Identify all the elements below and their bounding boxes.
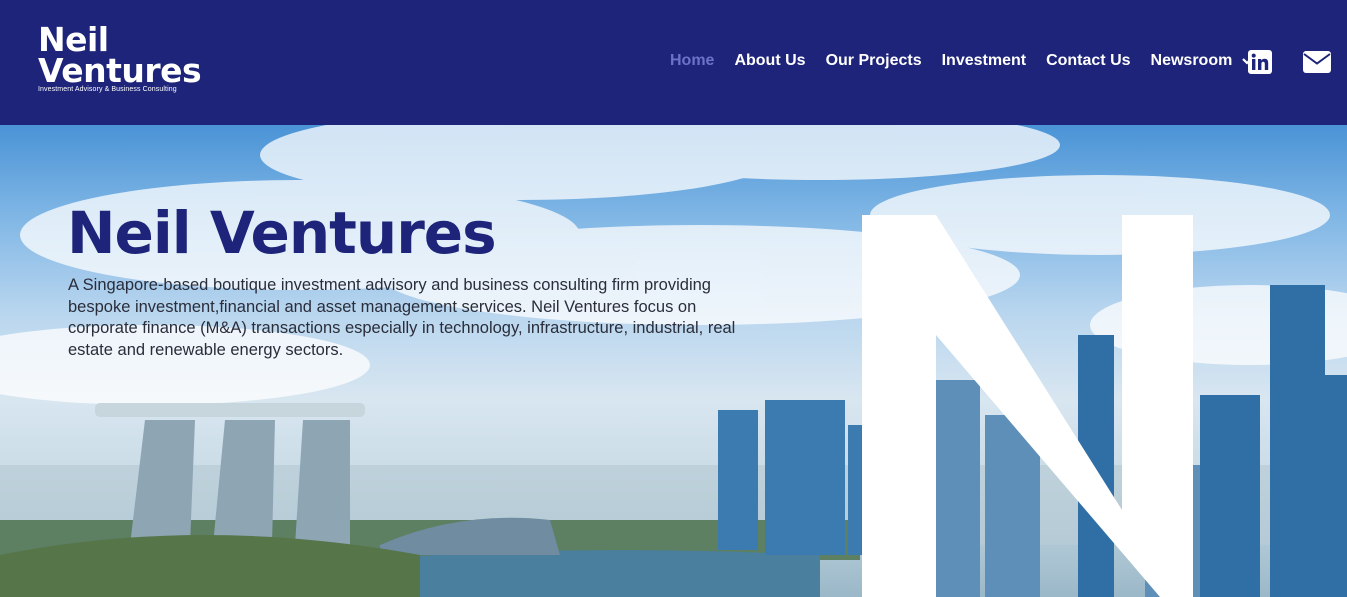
logo-line2: Ventures xyxy=(38,51,202,90)
nav-home[interactable]: Home xyxy=(670,52,714,70)
envelope-icon[interactable] xyxy=(1303,51,1331,73)
logo-tagline: Investment Advisory & Business Consultin… xyxy=(38,86,177,93)
nav-investment[interactable]: Investment xyxy=(942,52,1026,70)
nav-about-us[interactable]: About Us xyxy=(734,52,805,70)
nav-newsroom[interactable]: Newsroom xyxy=(1151,52,1255,70)
brand-logo[interactable]: Neil Ventures Investment Advisory & Busi… xyxy=(38,23,202,94)
nav-newsroom-label: Newsroom xyxy=(1150,52,1233,69)
linkedin-icon[interactable] xyxy=(1248,50,1272,74)
skyline-background xyxy=(0,125,1347,597)
hero-description: A Singapore-based boutique investment ad… xyxy=(68,276,736,359)
hero-title: Neil Ventures xyxy=(67,199,497,267)
hero-banner: Neil Ventures A Singapore-based boutique… xyxy=(0,125,1347,597)
nav-our-projects[interactable]: Our Projects xyxy=(826,52,922,70)
main-nav: Home About Us Our Projects Investment Co… xyxy=(670,52,1274,70)
nav-contact-us[interactable]: Contact Us xyxy=(1046,52,1130,70)
site-header: Neil Ventures Investment Advisory & Busi… xyxy=(0,0,1347,125)
